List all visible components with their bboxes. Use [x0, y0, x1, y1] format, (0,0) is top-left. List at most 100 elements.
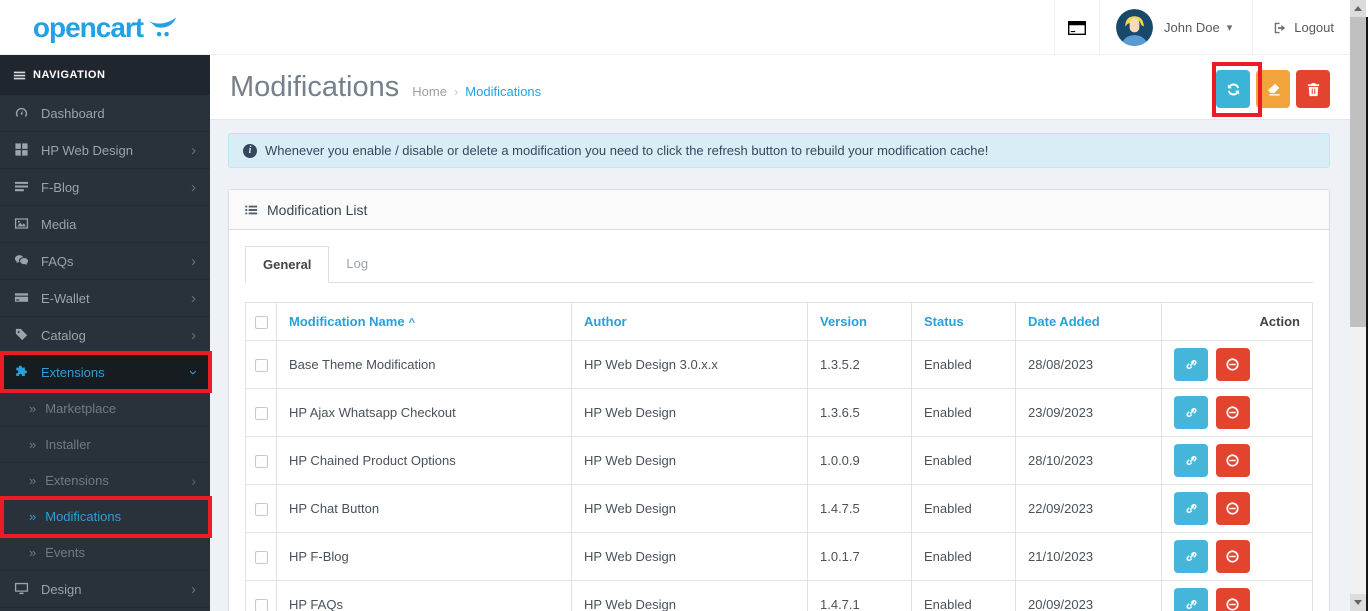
- link-button[interactable]: [1174, 396, 1208, 429]
- row-checkbox[interactable]: [254, 503, 268, 517]
- double-angle-icon: »: [29, 473, 37, 488]
- link-button[interactable]: [1174, 444, 1208, 477]
- cell-date-added: 20/09/2023: [1015, 580, 1162, 611]
- sidebar-item-design[interactable]: Design ›: [0, 571, 210, 608]
- opencart-logo[interactable]: opencart: [0, 0, 210, 55]
- eraser-icon: [1266, 82, 1281, 97]
- row-checkbox[interactable]: [254, 407, 268, 421]
- cell-name: HP FAQs: [276, 580, 572, 611]
- sidebar-subitem-events[interactable]: » Events: [0, 535, 210, 571]
- double-angle-icon: »: [29, 509, 37, 524]
- sidebar-subitem-installer[interactable]: » Installer: [0, 427, 210, 463]
- table-row: HP Chained Product Options HP Web Design…: [245, 436, 1313, 485]
- disable-button[interactable]: [1215, 396, 1250, 429]
- sidebar-item-label: HP Web Design: [41, 142, 134, 158]
- cart-swoosh-icon: [147, 17, 177, 38]
- user-menu[interactable]: John Doe ▾: [1164, 0, 1252, 55]
- cell-date-added: 22/09/2023: [1015, 484, 1162, 533]
- disable-button[interactable]: [1215, 348, 1250, 381]
- link-button[interactable]: [1174, 540, 1208, 573]
- column-header-modification-name[interactable]: Modification Name ^: [289, 314, 415, 329]
- column-header-status[interactable]: Status: [924, 314, 964, 329]
- row-checkbox[interactable]: [254, 359, 268, 373]
- sidebar-item-hp-web-design[interactable]: HP Web Design ›: [0, 132, 210, 169]
- row-checkbox[interactable]: [254, 551, 268, 565]
- column-header-author[interactable]: Author: [584, 314, 627, 329]
- minus-circle-icon: [1225, 597, 1240, 611]
- chevron-down-icon: ›: [185, 369, 202, 375]
- info-icon: i: [243, 143, 257, 158]
- cell-status: Enabled: [911, 388, 1016, 437]
- dashboard-icon: [14, 105, 30, 121]
- logout-button[interactable]: Logout: [1252, 0, 1334, 55]
- link-button[interactable]: [1174, 492, 1208, 525]
- table-row: HP F-Blog HP Web Design 1.0.1.7 Enabled …: [245, 532, 1313, 581]
- disable-button[interactable]: [1215, 540, 1250, 573]
- double-angle-icon: »: [29, 401, 37, 416]
- sidebar-item-label: FAQs: [41, 253, 74, 269]
- cell-name: HP Ajax Whatsapp Checkout: [276, 388, 572, 437]
- link-icon: [1184, 357, 1199, 372]
- cell-version: 1.4.7.5: [807, 484, 912, 533]
- modification-list-panel: Modification List General Log Modificati…: [228, 189, 1330, 611]
- triangle-up-icon: [1354, 6, 1362, 11]
- cell-status: Enabled: [911, 340, 1016, 389]
- disable-button[interactable]: [1215, 588, 1250, 611]
- tab-bar: General Log: [245, 246, 1313, 283]
- scrollbar-down-arrow[interactable]: [1350, 594, 1366, 611]
- page-title: Modifications: [230, 71, 400, 103]
- cell-status: Enabled: [911, 484, 1016, 533]
- vertical-scrollbar[interactable]: [1350, 0, 1366, 611]
- link-icon: [1184, 405, 1199, 420]
- row-checkbox[interactable]: [254, 599, 268, 611]
- row-checkbox[interactable]: [254, 455, 268, 469]
- sidebar-item-faqs[interactable]: FAQs ›: [0, 243, 210, 280]
- scrollbar-thumb[interactable]: [1350, 17, 1366, 327]
- link-button[interactable]: [1174, 588, 1208, 611]
- breadcrumb-current-link[interactable]: Modifications: [465, 84, 541, 99]
- sidebar-item-label: Dashboard: [41, 105, 105, 121]
- tab-log[interactable]: Log: [329, 246, 385, 283]
- disable-button[interactable]: [1215, 444, 1250, 477]
- sidebar-item-f-blog[interactable]: F-Blog ›: [0, 169, 210, 206]
- column-header-action: Action: [1161, 302, 1313, 341]
- disable-button[interactable]: [1215, 492, 1250, 525]
- cell-date-added: 28/08/2023: [1015, 340, 1162, 389]
- breadcrumb-home-link[interactable]: Home: [412, 84, 447, 99]
- select-all-checkbox[interactable]: [254, 316, 268, 330]
- sidebar-subitem-extensions[interactable]: » Extensions ›: [0, 463, 210, 499]
- sidebar-item-label: Catalog: [41, 327, 86, 343]
- sidebar-item-extensions[interactable]: Extensions ›: [0, 354, 210, 391]
- breadcrumb: Home › Modifications: [412, 84, 541, 99]
- alert-text: Whenever you enable / disable or delete …: [265, 143, 989, 158]
- delete-button[interactable]: [1296, 70, 1330, 108]
- cell-date-added: 21/10/2023: [1015, 532, 1162, 581]
- sidebar-item-dashboard[interactable]: Dashboard: [0, 95, 210, 132]
- table-row: Base Theme Modification HP Web Design 3.…: [245, 340, 1313, 389]
- chevron-right-icon: ›: [191, 289, 196, 307]
- sidebar-item-catalog[interactable]: Catalog ›: [0, 317, 210, 354]
- sidebar-item-media[interactable]: Media: [0, 206, 210, 243]
- scrollbar-up-arrow[interactable]: [1350, 0, 1366, 17]
- refresh-icon: [1226, 82, 1241, 97]
- column-header-version[interactable]: Version: [820, 314, 867, 329]
- chevron-right-icon: ›: [191, 472, 196, 489]
- sidebar-item-e-wallet[interactable]: E-Wallet ›: [0, 280, 210, 317]
- avatar[interactable]: [1116, 9, 1154, 46]
- sidebar-subitem-modifications[interactable]: » Modifications: [0, 499, 210, 535]
- blog-list-icon: [14, 179, 30, 195]
- sign-out-icon: [1273, 21, 1287, 35]
- cell-author: HP Web Design: [571, 388, 808, 437]
- hamburger-icon: [13, 69, 26, 82]
- table-row: HP FAQs HP Web Design 1.4.7.1 Enabled 20…: [245, 580, 1313, 611]
- link-button[interactable]: [1174, 348, 1208, 381]
- column-header-date-added[interactable]: Date Added: [1028, 314, 1100, 329]
- tags-icon: [14, 327, 30, 343]
- panel-title: Modification List: [267, 201, 368, 218]
- sidebar-navigation: NAVIGATION Dashboard HP Web Design › F-B…: [0, 55, 210, 611]
- clear-button[interactable]: [1256, 70, 1290, 108]
- sidebar-subitem-marketplace[interactable]: » Marketplace: [0, 391, 210, 427]
- storefront-window-icon[interactable]: [1054, 0, 1101, 55]
- refresh-button[interactable]: [1216, 70, 1250, 108]
- tab-general[interactable]: General: [245, 246, 330, 283]
